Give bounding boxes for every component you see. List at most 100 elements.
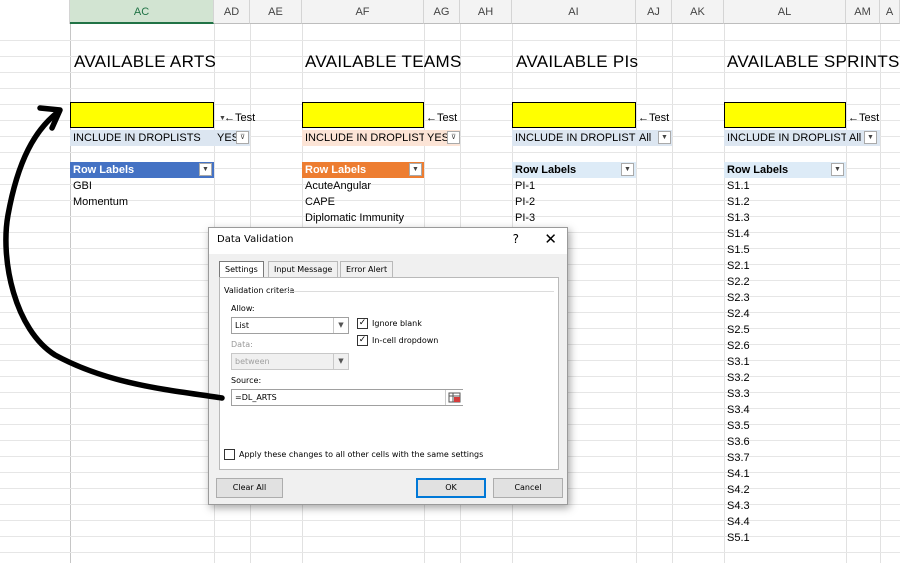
sprints-item: S3.7	[727, 452, 750, 464]
pis-row-labels-header: Row Labels	[512, 162, 636, 178]
sprints-title: AVAILABLE SPRINTS	[727, 52, 900, 71]
gridline	[0, 152, 900, 153]
sprints-row-labels-header: Row Labels	[724, 162, 846, 178]
help-icon[interactable]: ?	[513, 232, 519, 246]
arts-row-labels-text: Row Labels	[73, 164, 135, 176]
apply-all-label: Apply these changes to all other cells w…	[239, 450, 484, 459]
sprints-item: S1.3	[727, 212, 750, 224]
row-header-area	[0, 0, 70, 24]
arts-row-labels-header: Row Labels	[70, 162, 214, 178]
arts-item: GBI	[73, 180, 92, 192]
apply-all-checkbox[interactable]	[224, 449, 235, 460]
chevron-down-icon[interactable]: ▼	[658, 131, 671, 144]
teams-filter-cell[interactable]	[302, 102, 424, 128]
column-header-ai[interactable]: AI	[512, 0, 636, 24]
pis-item: PI-1	[515, 180, 536, 192]
column-header-af[interactable]: AF	[302, 0, 424, 24]
data-select-value: between	[235, 357, 270, 366]
cancel-button[interactable]: Cancel	[493, 478, 563, 498]
allow-select[interactable]: List ▼	[231, 317, 349, 334]
tab-settings[interactable]: Settings	[219, 261, 264, 278]
gridline	[0, 200, 900, 201]
tab-input-message[interactable]: Input Message	[268, 261, 339, 277]
pis-item: PI-2	[515, 196, 536, 208]
data-validation-dialog: Data Validation ? ✕ Settings Input Messa…	[208, 227, 568, 505]
settings-panel	[219, 277, 559, 470]
sprints-include-label: INCLUDE IN DROPLISTS	[724, 130, 855, 146]
column-header-aj[interactable]: AJ	[636, 0, 672, 24]
column-header-ae[interactable]: AE	[250, 0, 302, 24]
sprints-item: S3.2	[727, 372, 750, 384]
column-header-al[interactable]: AL	[724, 0, 846, 24]
sprints-item: S2.6	[727, 340, 750, 352]
tab-error-alert[interactable]: Error Alert	[340, 261, 394, 277]
group-divider	[284, 291, 554, 292]
ok-button[interactable]: OK	[416, 478, 486, 498]
pis-filter-cell[interactable]	[512, 102, 636, 128]
filter-applied-icon[interactable]: ⊽	[236, 131, 249, 144]
allow-label: Allow:	[231, 304, 255, 313]
chevron-down-icon[interactable]: ▼	[333, 318, 348, 333]
sprints-item: S1.5	[727, 244, 750, 256]
column-header-next[interactable]: A	[880, 0, 900, 24]
gridline	[0, 88, 900, 89]
range-select-icon[interactable]	[445, 390, 463, 405]
close-icon[interactable]: ✕	[544, 230, 557, 248]
sprints-test-label: ←Test	[848, 112, 880, 124]
column-header-ac[interactable]: AC	[70, 0, 214, 24]
gridline	[0, 40, 900, 41]
sprints-item: S2.3	[727, 292, 750, 304]
filter-applied-icon[interactable]: ⊽	[447, 131, 460, 144]
chevron-down-icon[interactable]: ▼	[864, 131, 877, 144]
teams-row-labels-dropdown-icon[interactable]: ▼	[409, 163, 422, 176]
gridline	[0, 552, 900, 553]
data-label: Data:	[231, 340, 253, 349]
teams-test-label: ←Test	[426, 112, 458, 124]
sprints-item: S3.5	[727, 420, 750, 432]
arts-test-label: ←Test	[224, 112, 256, 124]
sprints-item: S5.1	[727, 532, 750, 544]
ignore-blank-checkbox[interactable]: ✓	[357, 318, 368, 329]
pis-test-label: ←Test	[638, 112, 670, 124]
sprints-row-labels-text: Row Labels	[727, 164, 789, 176]
sprints-item: S4.1	[727, 468, 750, 480]
column-header-ak[interactable]: AK	[672, 0, 724, 24]
pis-include-value-text: All	[639, 132, 652, 144]
chevron-down-icon: ▼	[333, 354, 348, 369]
sprints-item: S3.1	[727, 356, 750, 368]
pis-row-labels-dropdown-icon[interactable]: ▼	[621, 163, 634, 176]
teams-row-labels-header: Row Labels	[302, 162, 424, 178]
incell-dropdown-checkbox[interactable]: ✓	[357, 335, 368, 346]
sprints-item: S4.2	[727, 484, 750, 496]
sprints-item: S2.1	[727, 260, 750, 272]
sprints-row-labels-dropdown-icon[interactable]: ▼	[831, 163, 844, 176]
pis-row-labels-text: Row Labels	[515, 164, 577, 176]
sprints-filter-cell[interactable]	[724, 102, 846, 128]
pis-item: PI-3	[515, 212, 536, 224]
teams-row-labels-text: Row Labels	[305, 164, 367, 176]
sprints-item: S4.4	[727, 516, 750, 528]
sprints-item: S1.4	[727, 228, 750, 240]
column-header-ag[interactable]: AG	[424, 0, 460, 24]
data-select: between ▼	[231, 353, 349, 370]
dialog-titlebar[interactable]: Data Validation ? ✕	[209, 228, 567, 254]
source-input[interactable]: =DL_ARTS	[231, 389, 463, 406]
pis-include-label: INCLUDE IN DROPLISTS	[512, 130, 643, 146]
arts-item: Momentum	[73, 196, 129, 208]
teams-item: AcuteAngular	[305, 180, 372, 192]
column-header-ad[interactable]: AD	[214, 0, 250, 24]
gridline	[0, 520, 900, 521]
source-input-value: =DL_ARTS	[235, 393, 277, 402]
gridline	[0, 216, 900, 217]
gridline	[0, 536, 900, 537]
arts-row-labels-dropdown-icon[interactable]: ▼	[199, 163, 212, 176]
dialog-title: Data Validation	[217, 234, 294, 245]
sprints-include-value-text: All	[849, 132, 862, 144]
column-header-am[interactable]: AM	[846, 0, 880, 24]
arts-filter-cell[interactable]	[70, 102, 214, 128]
allow-select-value: List	[235, 321, 249, 330]
clear-all-button[interactable]: Clear All	[216, 478, 283, 498]
arts-title: AVAILABLE ARTS	[74, 52, 217, 71]
column-header-ah[interactable]: AH	[460, 0, 512, 24]
teams-include-value-text: YES	[427, 132, 450, 144]
